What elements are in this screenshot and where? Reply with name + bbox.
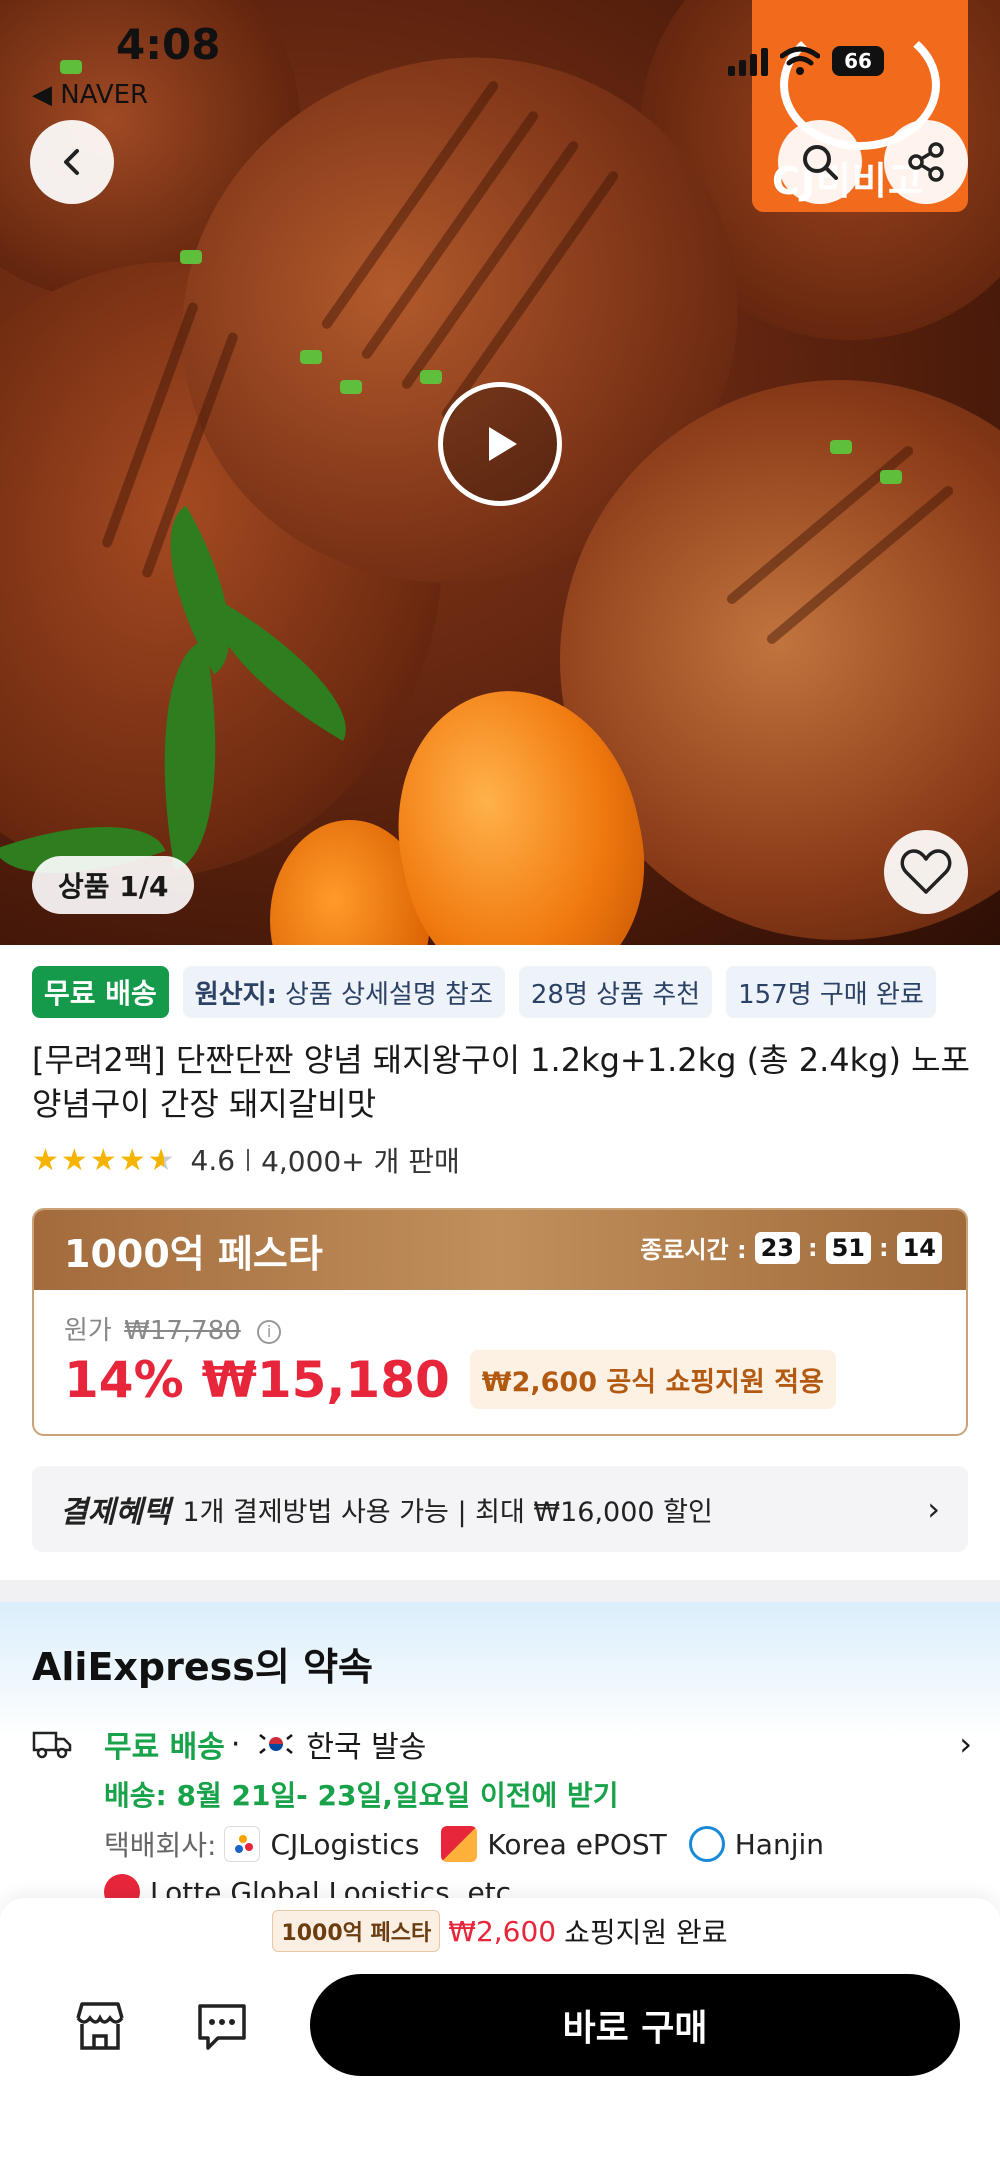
store-icon[interactable] bbox=[70, 1996, 130, 2056]
chevron-right-icon: › bbox=[959, 1725, 972, 1763]
festa-countdown: 종료시간 : 23 : 51 : 14 bbox=[640, 1230, 942, 1265]
origin-value: 상품 상세설명 참조 bbox=[284, 979, 493, 1010]
share-button[interactable] bbox=[884, 120, 968, 204]
separator-dot: · bbox=[230, 1726, 241, 1762]
back-button[interactable] bbox=[30, 120, 114, 204]
back-to-app-link[interactable]: ◀ NAVER bbox=[32, 80, 148, 110]
bottom-action-bar: 1000억 페스타 ₩2,600 쇼핑지원 완료 바로 구매 bbox=[0, 1898, 1000, 2164]
festa-title: 1000억 페스타 bbox=[64, 1231, 323, 1276]
support-notice: 1000억 페스타 ₩2,600 쇼핑지원 완료 bbox=[0, 1910, 1000, 1952]
green-onion bbox=[60, 60, 82, 74]
green-onion bbox=[180, 250, 202, 264]
payment-benefits-label: 결제혜택 bbox=[60, 1495, 171, 1530]
countdown-minutes: 51 bbox=[825, 1231, 871, 1264]
image-counter: 상품 1/4 bbox=[32, 856, 195, 914]
star-icon: ★ bbox=[60, 1142, 88, 1178]
battery-icon: 66 bbox=[832, 46, 884, 76]
support-text: 쇼핑지원 완료 bbox=[564, 1916, 728, 1949]
share-icon bbox=[908, 142, 944, 182]
chevron-left-icon bbox=[64, 149, 79, 175]
play-video-button[interactable] bbox=[438, 382, 562, 506]
sold-count: 4,000+ 개 판매 bbox=[261, 1145, 460, 1178]
green-onion bbox=[420, 370, 442, 384]
rating-value: 4.6 bbox=[190, 1143, 236, 1177]
chevron-right-icon: › bbox=[927, 1490, 940, 1528]
ship-from-text: 한국 발송 bbox=[306, 1730, 427, 1765]
delivery-estimate: 배송: 8월 21일- 23일,일요일 이전에 받기 bbox=[104, 1779, 619, 1812]
courier-item: Korea ePOST bbox=[441, 1826, 667, 1862]
courier-name: Korea ePOST bbox=[487, 1827, 667, 1861]
courier-name: Hanjin bbox=[734, 1827, 824, 1861]
search-icon bbox=[803, 145, 838, 180]
shipping-row[interactable]: 무료 배송 · 한국 발송 › bbox=[32, 1722, 972, 1766]
star-icon: ★ bbox=[89, 1142, 117, 1178]
courier-name: CJLogistics bbox=[270, 1827, 420, 1861]
cj-logo-icon bbox=[224, 1826, 261, 1862]
divider bbox=[247, 1149, 250, 1171]
free-shipping-tag: 무료 배송 bbox=[32, 966, 169, 1018]
original-price-row: 원가 ₩17,780 i bbox=[64, 1310, 282, 1347]
status-time: 4:08 bbox=[116, 20, 221, 69]
star-icon: ★ bbox=[118, 1142, 146, 1178]
price-row: 14% ₩15,180 ₩2,600 공식 쇼핑지원 적용 bbox=[64, 1350, 836, 1409]
festa-price-box: 1000억 페스타 종료시간 : 23 : 51 : 14 원가 ₩17,780… bbox=[32, 1208, 968, 1436]
status-icons: 66 bbox=[728, 46, 884, 76]
discount-percent: 14% bbox=[64, 1350, 184, 1409]
hanjin-logo-icon bbox=[688, 1826, 725, 1862]
purchased-tag: 157명 구매 완료 bbox=[726, 966, 936, 1018]
green-onion bbox=[340, 380, 362, 394]
rating-stars: ★ ★ ★ ★ ★ bbox=[32, 1143, 175, 1178]
epost-logo-icon bbox=[441, 1826, 478, 1862]
payment-benefits-row[interactable]: 결제혜택 1개 결제방법 사용 가능 | 최대 ₩16,000 할인 › bbox=[32, 1466, 968, 1552]
festa-header: 1000억 페스타 종료시간 : 23 : 51 : 14 bbox=[34, 1210, 966, 1290]
courier-item: CJLogistics bbox=[224, 1826, 419, 1862]
play-icon bbox=[489, 427, 517, 461]
promise-title: AliExpress의 약속 bbox=[32, 1645, 373, 1689]
korea-flag-icon bbox=[256, 1730, 297, 1758]
courier-item: Hanjin bbox=[688, 1826, 824, 1862]
rating-row[interactable]: ★ ★ ★ ★ ★ 4.6 4,000+ 개 판매 bbox=[32, 1140, 460, 1180]
sale-price: ₩15,180 bbox=[201, 1350, 450, 1409]
payment-benefits-text: 1개 결제방법 사용 가능 | 최대 ₩16,000 할인 bbox=[182, 1496, 713, 1528]
green-onion bbox=[300, 350, 322, 364]
product-title: [무려2팩] 단짠단짠 양념 돼지왕구이 1.2kg+1.2kg (총 2.4k… bbox=[32, 1041, 970, 1123]
free-shipping-text: 무료 배송 bbox=[104, 1730, 225, 1765]
courier-label: 택배회사: bbox=[104, 1829, 217, 1862]
search-button[interactable] bbox=[778, 120, 862, 204]
original-price-label: 원가 bbox=[64, 1316, 112, 1346]
buy-now-button[interactable]: 바로 구매 bbox=[310, 1974, 960, 2076]
aliexpress-promise-section: AliExpress의 약속 무료 배송 · 한국 발송 › 배송: 8월 21… bbox=[0, 1602, 1000, 1910]
heart-icon bbox=[900, 849, 952, 894]
recommend-tag: 28명 상품 추천 bbox=[518, 966, 713, 1018]
origin-tag: 원산지: 상품 상세설명 참조 bbox=[182, 966, 505, 1018]
section-divider bbox=[0, 1580, 1000, 1602]
truck-icon bbox=[32, 1731, 72, 1759]
info-icon[interactable]: i bbox=[257, 1319, 282, 1344]
half-star-icon: ★ bbox=[147, 1142, 175, 1178]
original-price: ₩17,780 bbox=[124, 1316, 241, 1346]
countdown-hours: 23 bbox=[754, 1231, 800, 1264]
green-onion bbox=[830, 440, 852, 454]
support-amount: ₩2,600 bbox=[448, 1914, 557, 1948]
chat-icon[interactable] bbox=[192, 1996, 252, 2056]
star-icon: ★ bbox=[32, 1142, 59, 1178]
signal-icon bbox=[728, 46, 768, 76]
shopping-support-badge: ₩2,600 공식 쇼핑지원 적용 bbox=[469, 1350, 836, 1409]
festa-badge: 1000억 페스타 bbox=[272, 1910, 441, 1952]
end-time-label: 종료시간 : bbox=[640, 1236, 747, 1264]
countdown-seconds: 14 bbox=[896, 1231, 942, 1264]
wifi-icon bbox=[780, 46, 820, 75]
green-onion bbox=[880, 470, 902, 484]
product-tags: 무료 배송 원산지: 상품 상세설명 참조 28명 상품 추천 157명 구매 … bbox=[32, 966, 936, 1018]
origin-label: 원산지: bbox=[194, 979, 277, 1010]
wishlist-button[interactable] bbox=[884, 830, 968, 914]
